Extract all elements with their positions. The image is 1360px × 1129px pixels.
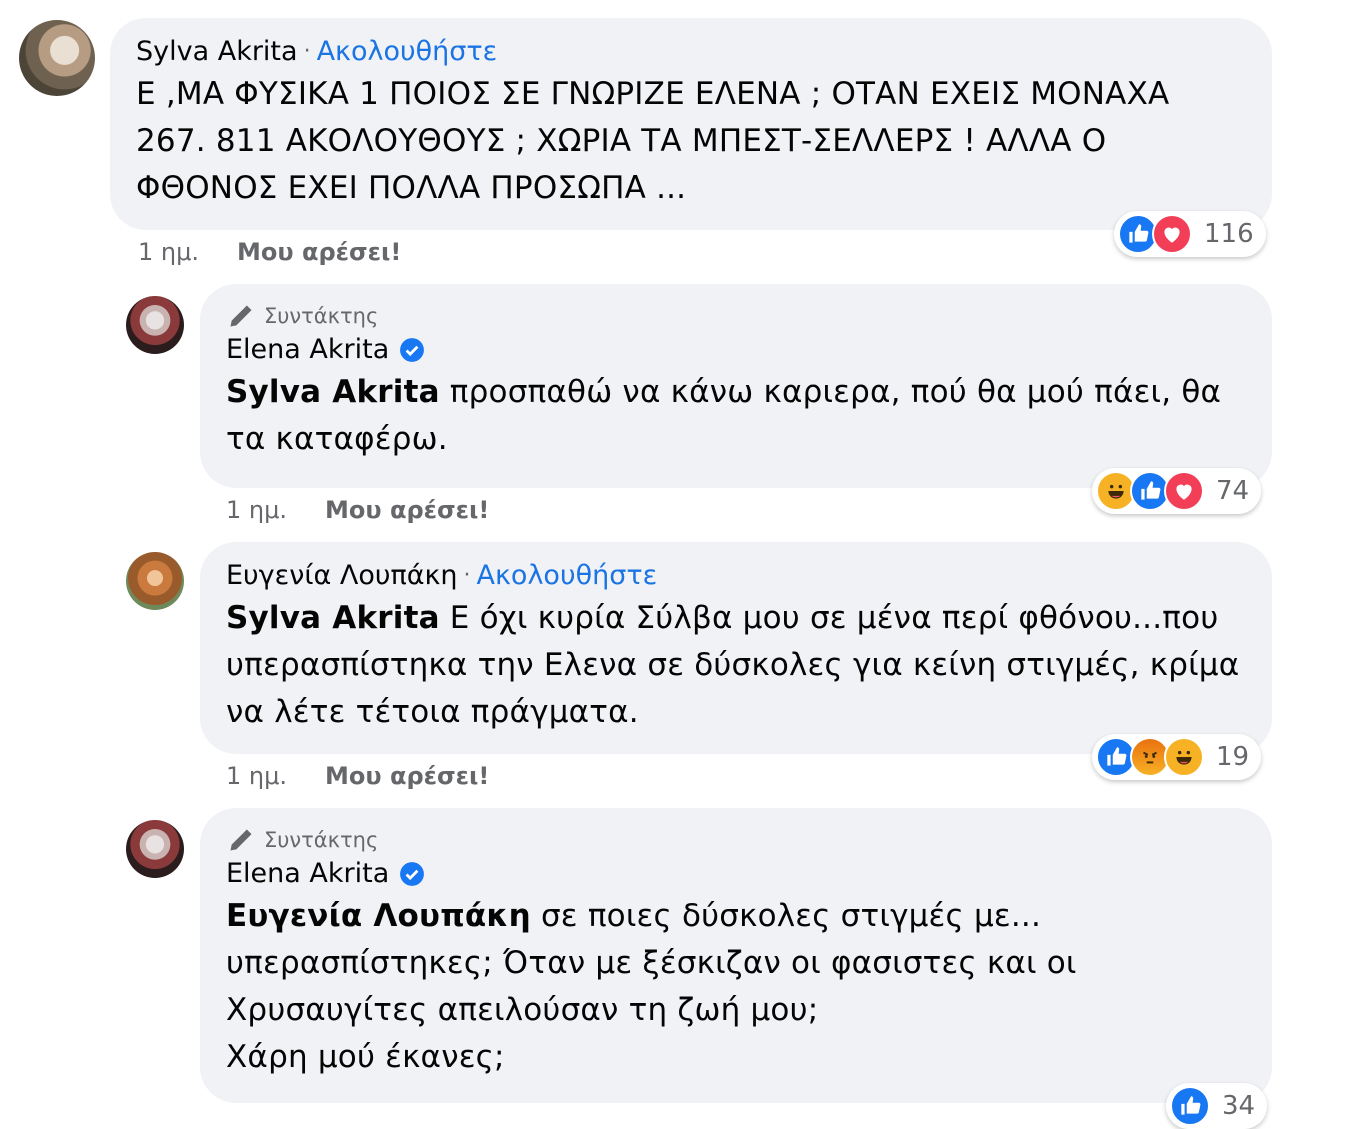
comment-line: Ε ,ΜΑ ΦΥΣΙΚΑ 1 ΠΟΙΟΣ ΣΕ ΓΝΩΡΙΖΕ ΕΛΕΝΑ ; …	[136, 76, 1170, 112]
role-label: Συντάκτης	[264, 828, 379, 852]
avatar-sylva-akrita[interactable]	[19, 20, 95, 96]
author-role: Συντάκτης	[226, 826, 1246, 854]
reaction-count: 116	[1204, 219, 1254, 249]
love-reaction-icon	[1152, 214, 1192, 254]
comment-text-part: Ε όχι κυρία Σύλβα μου σε μένα περί φθόνο…	[439, 600, 1219, 636]
comment-text: Sylva Akrita Ε όχι κυρία Σύλβα μου σε μέ…	[226, 595, 1246, 736]
comment-line: Ευγενία Λουπάκη σε ποιες δύσκολες στιγμέ…	[226, 893, 1246, 940]
comment-line: Χρυσαυγίτες απειλούσαν τη ζωή μου;	[226, 992, 819, 1028]
comment-meta: 1 ημ. Μου αρέσει!	[138, 238, 401, 266]
reaction-summary[interactable]: 19	[1092, 734, 1262, 780]
comment-text-part: σε ποιες δύσκολες στιγμές με...	[530, 898, 1041, 934]
like-button[interactable]: Μου αρέσει!	[325, 496, 489, 524]
mention-link[interactable]: Ευγενία Λουπάκη	[226, 898, 531, 934]
comment-line: υπερασπίστηκες; Όταν με ξέσκιζαν οι φασι…	[226, 945, 1077, 981]
like-reaction-icon	[1170, 1086, 1210, 1126]
pencil-icon	[230, 829, 252, 851]
reaction-count: 74	[1216, 476, 1250, 506]
mention-link[interactable]: Sylva Akrita	[226, 374, 440, 410]
comment-line: Χάρη μού έκανες;	[226, 1039, 505, 1075]
comment-header: Ευγενία Λουπάκη · Ακολουθήστε	[226, 560, 1246, 591]
love-reaction-icon	[1164, 471, 1204, 511]
pencil-icon	[230, 305, 252, 327]
comment-line: 267. 811 ΑΚΟΛΟΥΘΟΥΣ ; ΧΩΡΙΑ ΤΑ ΜΠΕΣΤ-ΣΕΛ…	[136, 123, 1107, 159]
comment-header: Elena Akrita	[226, 858, 1246, 889]
follow-link[interactable]: Ακολουθήστε	[317, 36, 498, 67]
verified-badge-icon	[400, 337, 425, 362]
comment-bubble-1: Sylva Akrita · Ακολουθήστε Ε ,ΜΑ ΦΥΣΙΚΑ …	[110, 18, 1272, 230]
author-name[interactable]: Ευγενία Λουπάκη	[226, 560, 458, 591]
separator-dot: ·	[303, 39, 311, 64]
comment-meta: 1 ημ. Μου αρέσει!	[226, 762, 489, 790]
timestamp[interactable]: 1 ημ.	[226, 762, 287, 790]
comment-line: ΦΘΟΝΟΣ ΕΧΕΙ ΠΟΛΛΑ ΠΡΟΣΩΠΑ ...	[136, 170, 687, 206]
timestamp[interactable]: 1 ημ.	[138, 238, 199, 266]
like-button[interactable]: Μου αρέσει!	[325, 762, 489, 790]
reaction-count: 19	[1216, 742, 1250, 772]
author-name[interactable]: Sylva Akrita	[136, 36, 298, 67]
comment-header: Elena Akrita	[226, 334, 1246, 365]
reaction-summary[interactable]: 116	[1114, 211, 1266, 257]
timestamp[interactable]: 1 ημ.	[226, 496, 287, 524]
author-name[interactable]: Elena Akrita	[226, 858, 389, 889]
verified-badge-icon	[400, 861, 425, 886]
comment-text-part: προσπαθώ να κάνω καριερα, πού θα μού πάε…	[439, 374, 1222, 410]
avatar-evgenia-loupaki[interactable]	[126, 552, 184, 610]
comment-header: Sylva Akrita · Ακολουθήστε	[136, 36, 1246, 67]
comment-bubble-2: Συντάκτης Elena Akrita Sylva Akrita προσ…	[200, 284, 1272, 488]
comment-line: Sylva Akrita Ε όχι κυρία Σύλβα μου σε μέ…	[226, 595, 1246, 642]
comment-meta: 1 ημ. Μου αρέσει!	[226, 496, 489, 524]
reaction-summary[interactable]: 34	[1166, 1083, 1268, 1129]
separator-dot: ·	[463, 563, 471, 588]
author-role: Συντάκτης	[226, 302, 1246, 330]
comment-text: Sylva Akrita προσπαθώ να κάνω καριερα, π…	[226, 369, 1246, 463]
mention-link[interactable]: Sylva Akrita	[226, 600, 440, 636]
comment-line: τα καταφέρω.	[226, 421, 448, 457]
comment-line: υπερασπίστηκα την Ελενα σε δύσκολες για …	[226, 647, 1240, 683]
comment-line: Sylva Akrita προσπαθώ να κάνω καριερα, π…	[226, 369, 1246, 416]
follow-link[interactable]: Ακολουθήστε	[477, 560, 658, 591]
author-name[interactable]: Elena Akrita	[226, 334, 389, 365]
comment-text: Ε ,ΜΑ ΦΥΣΙΚΑ 1 ΠΟΙΟΣ ΣΕ ΓΝΩΡΙΖΕ ΕΛΕΝΑ ; …	[136, 71, 1246, 212]
comment-bubble-4: Συντάκτης Elena Akrita Ευγενία Λουπάκη σ…	[200, 808, 1272, 1103]
like-button[interactable]: Μου αρέσει!	[237, 238, 401, 266]
comment-text: Ευγενία Λουπάκη σε ποιες δύσκολες στιγμέ…	[226, 893, 1246, 1081]
reaction-summary[interactable]: 74	[1092, 468, 1262, 514]
role-label: Συντάκτης	[264, 304, 379, 328]
avatar-elena-akrita[interactable]	[126, 820, 184, 878]
avatar-elena-akrita[interactable]	[126, 296, 184, 354]
comment-line: να λέτε τέτοια πράγματα.	[226, 694, 639, 730]
haha-reaction-icon	[1164, 737, 1204, 777]
comment-bubble-3: Ευγενία Λουπάκη · Ακολουθήστε Sylva Akri…	[200, 542, 1272, 754]
